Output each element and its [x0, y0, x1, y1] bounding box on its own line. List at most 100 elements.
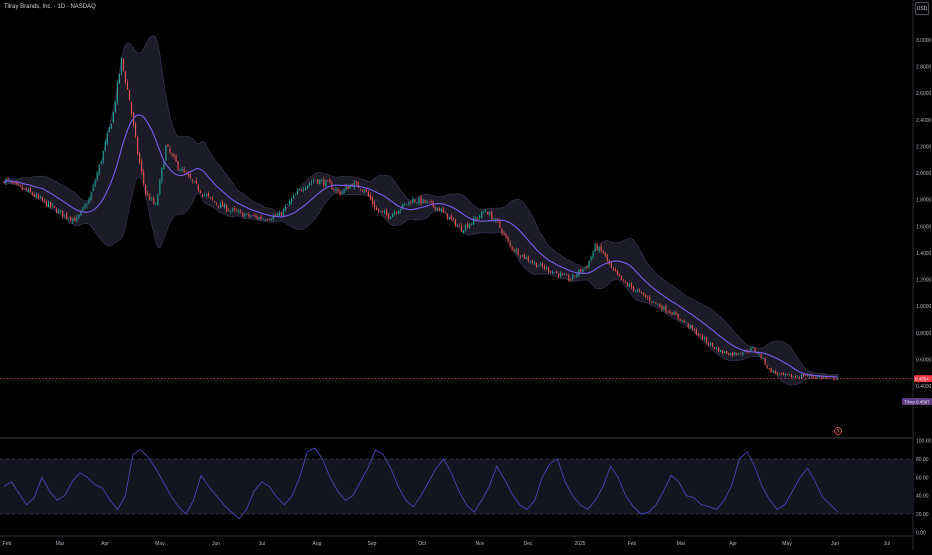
candle-body [562, 274, 564, 275]
candle-body [454, 219, 456, 227]
price-tick-label: 2.2000 [916, 144, 932, 150]
candle-body [309, 183, 311, 185]
candle-body [667, 311, 669, 313]
chart-svg: 3.0000 2.8000 2.6000 2.4000 2.2000 2.0000 1.80… [0, 0, 932, 550]
candle-body [424, 199, 426, 203]
candle-body [742, 352, 744, 355]
candle-body [124, 71, 127, 83]
candle-body [100, 161, 102, 165]
candle-body [226, 205, 228, 212]
candle-body [238, 210, 240, 213]
time-axis-label: Oct [418, 541, 426, 547]
time-axis-label: Sep [368, 541, 377, 547]
candle-body [764, 358, 766, 365]
candle-body [815, 377, 817, 378]
candle-body [628, 284, 631, 287]
candle-body [637, 290, 639, 292]
candle-body [517, 248, 519, 256]
candle-body [768, 367, 770, 369]
candle-body [695, 329, 697, 335]
candle-body [404, 203, 406, 205]
candle-body [228, 210, 230, 211]
candle-body [303, 189, 305, 191]
candle-body [264, 220, 266, 221]
candle-body [641, 292, 643, 293]
candle-body [835, 379, 837, 381]
candle-body [171, 153, 173, 155]
candle-body [780, 372, 782, 374]
candle-body [258, 217, 260, 220]
candle-body [590, 256, 592, 260]
candle-body [610, 262, 612, 268]
time-axis-label: Jun [212, 541, 220, 547]
candle-body [278, 212, 280, 216]
candle-body [268, 219, 270, 220]
candle-body [240, 210, 242, 212]
candle-body [515, 249, 517, 253]
candle-body [691, 325, 693, 329]
candle-body [584, 267, 586, 269]
candle-body [602, 251, 604, 254]
candle-body [45, 200, 48, 207]
time-axis-label: Jun [831, 541, 839, 547]
candle-body [343, 188, 345, 193]
candle-body [428, 201, 430, 203]
candle-body [819, 376, 821, 378]
currency-button[interactable]: USD [915, 2, 929, 15]
candle-body [62, 210, 64, 217]
candle-body [250, 216, 252, 217]
candle-body [149, 195, 151, 201]
candle-body [732, 352, 734, 356]
candle-body [715, 347, 718, 350]
candle-body [33, 194, 35, 197]
candle-body [396, 212, 398, 214]
candle-body [78, 214, 80, 218]
candle-body [452, 218, 454, 220]
candle-body [199, 191, 201, 194]
candle-body [805, 375, 807, 377]
rsi-tick-label: 80.00 [916, 457, 929, 463]
candle-body [703, 337, 705, 340]
time-axis-label: Mar [56, 541, 65, 547]
candle-body [612, 268, 614, 270]
candle-body [357, 182, 359, 188]
candle-body [230, 210, 232, 212]
candle-body [39, 197, 41, 198]
candle-body [639, 289, 641, 292]
candle-body [665, 305, 667, 312]
candle-body [426, 201, 428, 203]
candle-body [458, 225, 461, 227]
candle-body [60, 210, 62, 212]
time-axis-label: May [782, 541, 792, 547]
candle-body [444, 212, 446, 213]
candle-body [98, 164, 100, 175]
candle-body [531, 261, 533, 263]
candle-body [313, 181, 315, 182]
candle-body [311, 182, 313, 184]
candle-body [462, 230, 465, 233]
candle-body [736, 353, 738, 355]
candle-body [471, 223, 473, 225]
candle-body [114, 102, 116, 112]
candle-body [647, 297, 649, 298]
candle-body [479, 216, 481, 218]
candle-body [321, 180, 323, 181]
candle-body [246, 213, 248, 215]
candle-body [513, 249, 515, 251]
candle-body [43, 199, 46, 201]
candle-body [329, 180, 331, 184]
time-axis-label: Apr [729, 541, 737, 547]
candle-body [353, 182, 355, 188]
candle-body [122, 59, 124, 70]
candle-body [242, 212, 244, 218]
candle-body [135, 123, 137, 137]
candle-body [801, 374, 803, 378]
candle-body [175, 156, 177, 162]
candle-body [112, 112, 114, 123]
candle-body [102, 150, 104, 162]
candle-body [697, 333, 699, 336]
candle-body [600, 245, 602, 251]
indicator-tag-value: 0.4597 [916, 400, 930, 405]
candle-body [713, 347, 716, 349]
candle-body [596, 243, 598, 251]
